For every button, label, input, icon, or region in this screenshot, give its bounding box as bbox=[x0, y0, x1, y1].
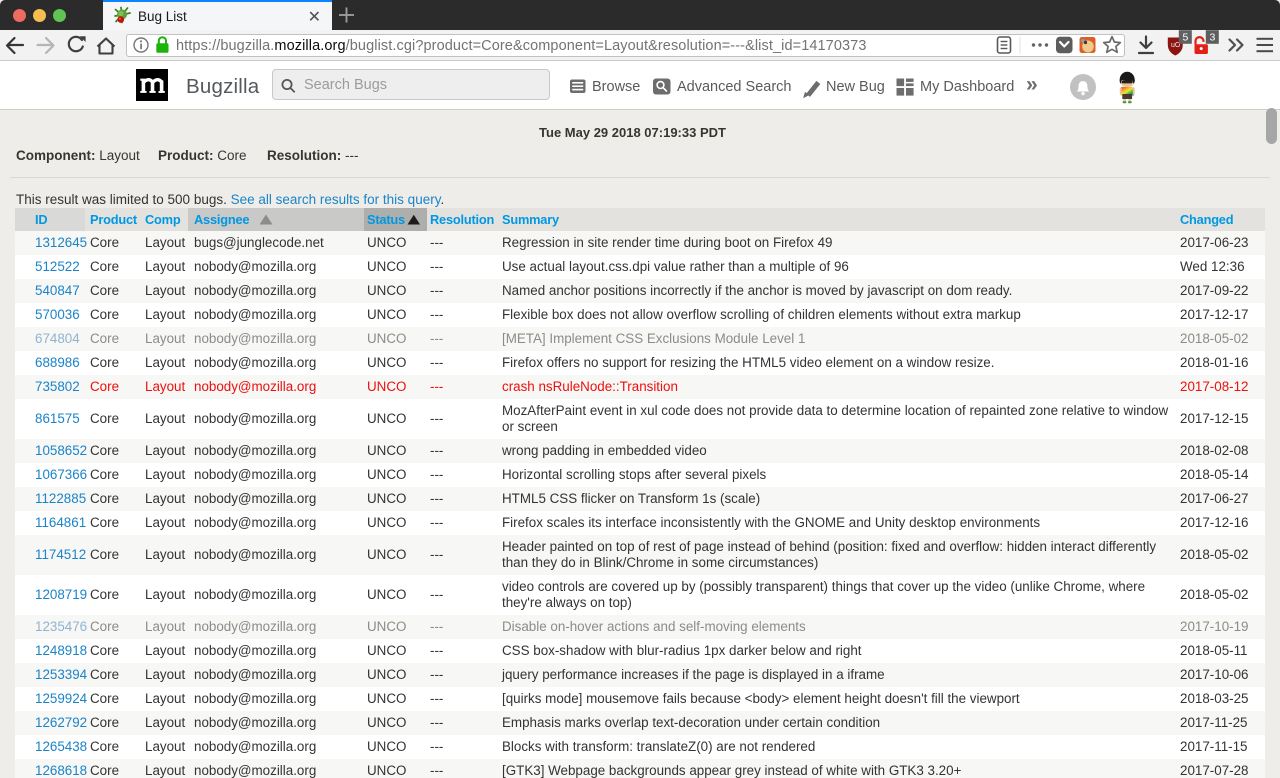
svg-text:3: 3 bbox=[1210, 32, 1216, 44]
svg-text:5: 5 bbox=[1183, 32, 1189, 44]
